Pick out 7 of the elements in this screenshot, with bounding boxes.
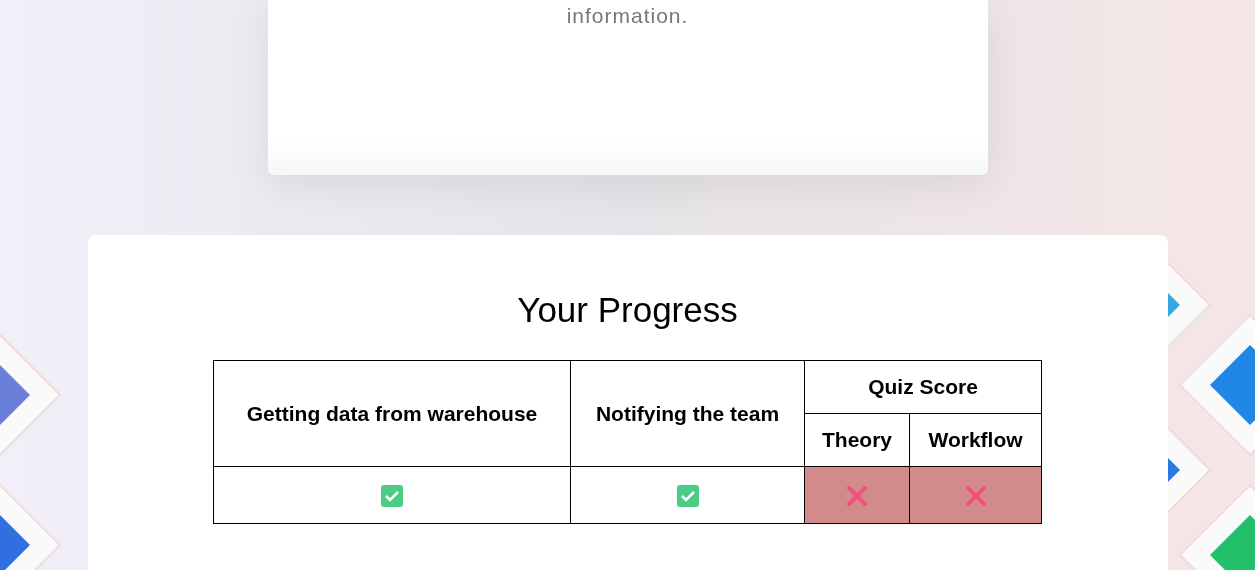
progress-title: Your Progress xyxy=(517,290,738,330)
group-header: Quiz Score xyxy=(804,360,1042,414)
column-header: Notifying the team xyxy=(570,360,805,467)
info-text: information. xyxy=(566,4,689,29)
column-header: Workflow xyxy=(909,413,1042,467)
column-header: Getting data from warehouse xyxy=(213,360,571,467)
column-header: Theory xyxy=(804,413,910,467)
